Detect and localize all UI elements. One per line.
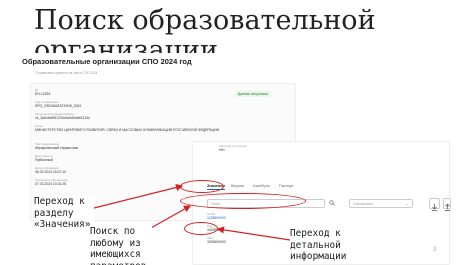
chevron-down-icon: ⌄ [405, 201, 409, 206]
value-field-ogrn[interactable]: ОГРН 1128800000 [207, 212, 226, 220]
field-value: Нет [219, 148, 225, 152]
callout-tab: Переход к разделу «Значения» [34, 196, 94, 231]
search-input[interactable]: Поиск [207, 199, 325, 208]
upload-button[interactable] [443, 198, 451, 211]
screenshot-title: Образовательные организации СПО 2024 год [22, 57, 192, 66]
field-value: 44036201 [207, 228, 223, 232]
field-author: Автор МИНИСТЕРСТВО ЦИФРОВОГО РАЗВИТИЯ, С… [35, 124, 235, 132]
tab-values[interactable]: Значения [207, 184, 225, 190]
status-badge: Данные актуальны [235, 91, 271, 97]
field-value: vk_3a5c9a99f1234c5a9d0e6e61234 [35, 116, 90, 120]
field-value: SPO_ORGANIZATIONS_2024 [35, 104, 82, 108]
field-code: Код справочника SPO_ORGANIZATIONS_2024 [35, 100, 235, 108]
tab-passport[interactable]: Паспорт [279, 184, 294, 188]
value-field-code: Код 44036201 [207, 224, 222, 232]
field-source-upload: Загрузка в источник Нет [219, 144, 247, 152]
download-icon [431, 203, 438, 212]
download-button[interactable] [429, 198, 440, 212]
field-value: ЕН-12254 [35, 92, 51, 96]
callout-search: Поиск по любому из имеющихся параметров [90, 226, 152, 265]
sort-placeholder: Сортировать [353, 202, 373, 206]
screenshot-subtitle: Справочник хранится на сайте СПО 2024 [36, 71, 98, 75]
tab-versions[interactable]: Версии [231, 184, 244, 188]
field-value-link[interactable]: 1128800000 [207, 216, 226, 220]
search-icon[interactable] [329, 200, 335, 206]
field-id: ID ЕН-12254 [35, 88, 235, 96]
callout-details: Переход к детальной информации [290, 228, 356, 263]
search-placeholder: Поиск [211, 202, 221, 206]
value-field-inn: ИНН 3309600000 [207, 236, 226, 244]
field-value: 3309600000 [207, 240, 226, 244]
screenshot-panel: Образовательные организации СПО 2024 год… [22, 53, 452, 265]
sort-select[interactable]: Сортировать ⌄ [349, 199, 413, 208]
page-number: 3 [433, 247, 437, 253]
tab-attributes[interactable]: Атрибуты [253, 184, 270, 188]
upload-icon [444, 203, 451, 211]
field-tech-name: Техническое наименование vk_3a5c9a99f123… [35, 112, 235, 120]
field-value: МИНИСТЕРСТВО ЦИФРОВОГО РАЗВИТИЯ, СВЯЗИ И… [35, 128, 220, 132]
